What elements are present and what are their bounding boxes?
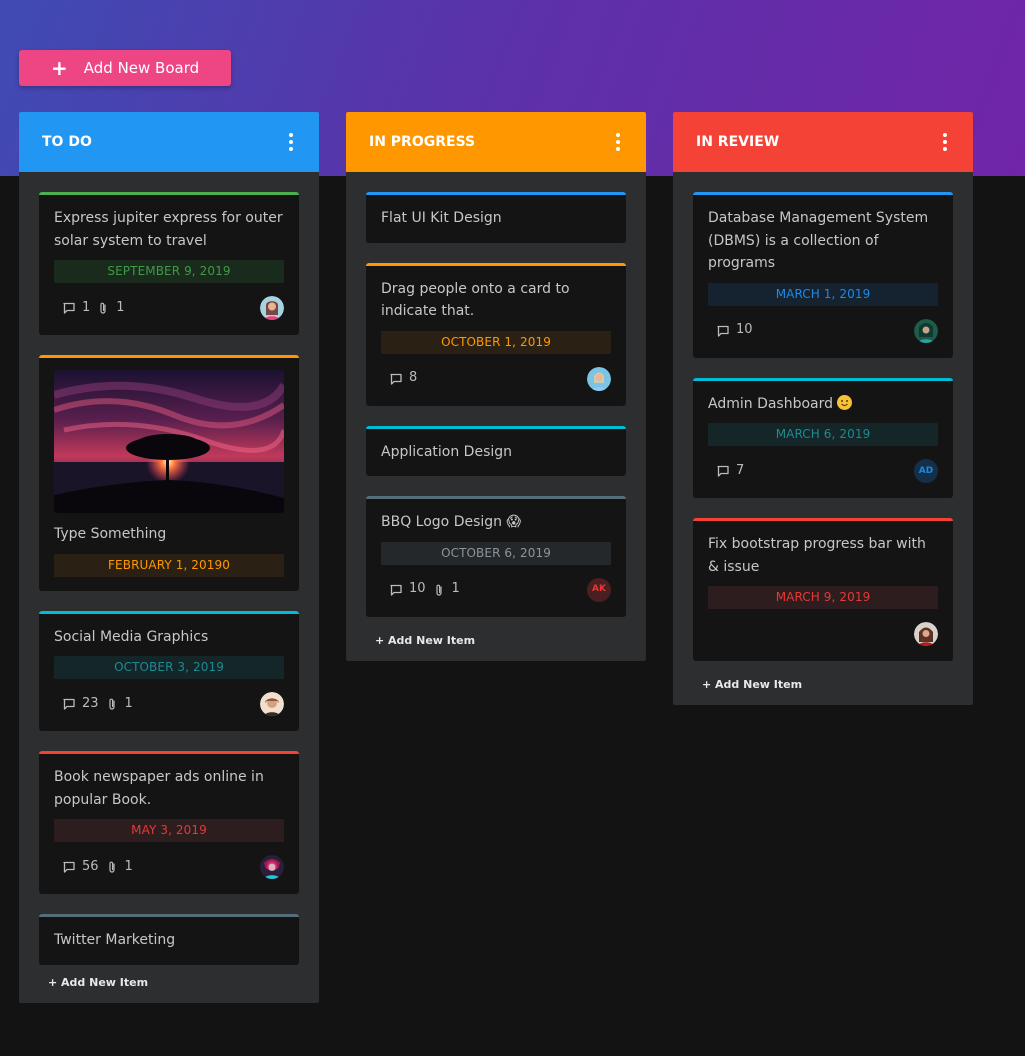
card-title: Database Management System (DBMS) is a c… [708,210,929,271]
comment-icon [63,861,75,873]
card-title: Flat UI Kit Design [381,210,502,226]
more-vertical-icon[interactable] [612,131,624,153]
column-header-todo: TO DO [19,112,319,172]
avatar[interactable] [260,296,284,320]
task-card[interactable]: Admin Dashboard MARCH 6, 2019 7 AD [693,377,953,498]
more-vertical-icon[interactable] [285,131,297,153]
due-date-badge: MAY 3, 2019 [54,819,284,842]
avatar-initials[interactable]: AD [914,459,938,483]
comment-icon [717,325,729,337]
column-title: IN PROGRESS [369,134,476,150]
avatar-initials[interactable]: AK [587,577,611,602]
comment-icon [390,373,402,385]
card-title: Express jupiter express for outer solar … [54,210,283,249]
task-card[interactable]: Book newspaper ads online in popular Boo… [39,751,299,894]
comment-count: 23 [82,695,99,711]
attachment-count: 1 [124,858,133,874]
comment-icon [63,698,75,710]
card-title: Admin Dashboard [708,395,834,412]
avatar[interactable] [914,622,938,646]
attachment-count: 1 [124,695,133,711]
comment-count: 10 [409,581,426,597]
card-title-row: Admin Dashboard [708,393,938,416]
attachment-count: 1 [116,299,125,315]
avatar[interactable] [587,366,611,391]
more-vertical-icon[interactable] [939,131,951,153]
paperclip-icon [108,698,115,710]
card-title: Fix bootstrap progress bar with & issue [708,536,926,575]
due-date-badge: OCTOBER 3, 2019 [54,656,284,679]
add-new-board-label: Add New Board [83,59,200,77]
add-new-item-button[interactable]: + Add New Item [19,976,319,989]
due-date-badge: SEPTEMBER 9, 2019 [54,260,284,283]
column-in-progress: IN PROGRESS Flat UI Kit Design Drag peop… [346,112,646,661]
card-title: Application Design [381,443,513,460]
task-card[interactable]: Type Something FEBRUARY 1, 20190 [39,355,299,591]
paperclip-icon [108,861,115,873]
comment-count: 1 [82,299,91,315]
due-date-badge: OCTOBER 1, 2019 [381,330,611,354]
add-new-item-button[interactable]: + Add New Item [673,678,973,691]
card-title: Twitter Marketing [54,932,176,948]
column-header-in-review: IN REVIEW [673,112,973,172]
paperclip-icon [100,302,106,314]
avatar[interactable] [260,692,284,716]
due-date-badge: FEBRUARY 1, 20190 [54,553,284,577]
column-header-in-progress: IN PROGRESS [346,112,646,172]
task-card[interactable]: Application Design [366,425,626,476]
column-title: IN REVIEW [696,134,780,150]
plus-icon: + [51,56,68,80]
column-todo: TO DO Express jupiter express for outer … [19,112,319,1003]
due-date-badge: MARCH 1, 2019 [708,282,938,306]
due-date-badge: MARCH 9, 2019 [708,586,938,609]
due-date-badge: OCTOBER 6, 2019 [381,541,611,565]
add-new-board-button[interactable]: + Add New Board [19,50,231,86]
attachment-count: 1 [451,581,460,597]
comment-count: 8 [409,370,418,386]
task-card[interactable]: Drag people onto a card to indicate that… [366,262,626,406]
task-card[interactable]: Social Media Graphics OCTOBER 3, 2019 23… [39,610,299,731]
card-title: Book newspaper ads online in popular Boo… [54,769,264,808]
add-new-item-button[interactable]: + Add New Item [346,634,646,647]
comment-count: 10 [736,322,753,338]
column-in-review: IN REVIEW Database Management System (DB… [673,112,973,705]
avatar[interactable] [260,855,284,879]
comment-count: 56 [82,858,99,874]
card-title: BBQ Logo Design 😱 [381,514,522,530]
column-title: TO DO [42,134,92,150]
smile-emoji-icon [837,394,853,410]
comment-icon [63,302,75,314]
due-date-badge: MARCH 6, 2019 [708,423,938,446]
comment-icon [717,465,729,477]
task-card[interactable]: Fix bootstrap progress bar with & issue … [693,518,953,661]
card-title: Social Media Graphics [54,628,209,645]
task-card[interactable]: Database Management System (DBMS) is a c… [693,192,953,358]
paperclip-icon [435,584,442,596]
avatar[interactable] [914,318,938,343]
task-card[interactable]: BBQ Logo Design 😱 OCTOBER 6, 2019 10 1 A… [366,496,626,617]
task-card[interactable]: Twitter Marketing [39,914,299,965]
comment-icon [390,584,402,596]
card-cover-image [54,370,284,513]
comment-count: 7 [736,462,745,478]
card-title: Drag people onto a card to indicate that… [381,280,570,320]
task-card[interactable]: Flat UI Kit Design [366,192,626,243]
task-card[interactable]: Express jupiter express for outer solar … [39,192,299,335]
card-title: Type Something [54,526,167,542]
